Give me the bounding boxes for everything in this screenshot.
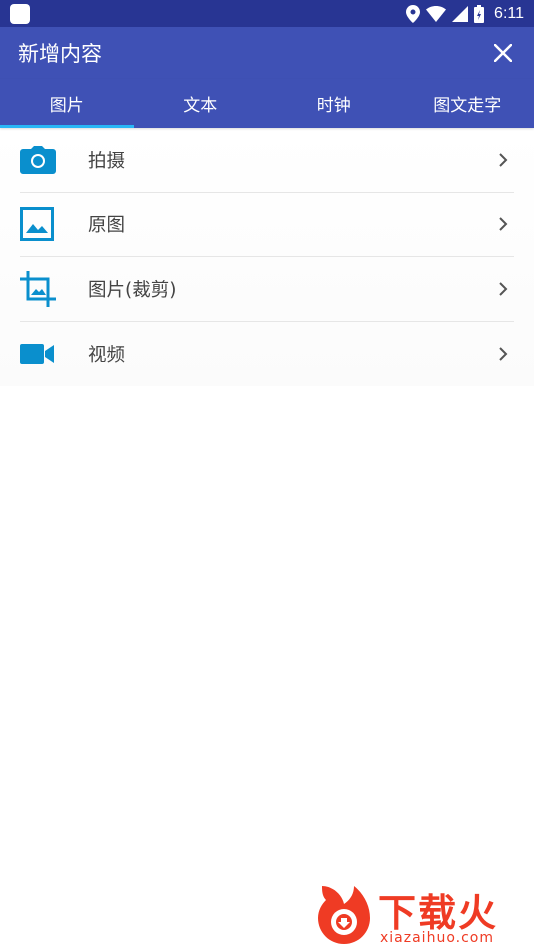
flame-logo-icon bbox=[318, 886, 370, 944]
list-item-original-image[interactable]: 原图 bbox=[20, 193, 514, 257]
location-icon bbox=[406, 4, 421, 23]
app-bar: 新增内容 bbox=[0, 27, 534, 79]
status-bar: 6:11 bbox=[0, 0, 534, 27]
notification-icon bbox=[10, 3, 30, 24]
list-item-capture[interactable]: 拍摄 bbox=[20, 128, 514, 193]
list-item-video[interactable]: 视频 bbox=[20, 322, 514, 387]
video-icon bbox=[20, 343, 54, 364]
tab-text[interactable]: 文本 bbox=[134, 79, 268, 128]
tab-label: 图文走字 bbox=[433, 96, 502, 116]
chevron-right-icon bbox=[498, 346, 508, 362]
tab-label: 文本 bbox=[183, 96, 218, 116]
tab-image[interactable]: 图片 bbox=[0, 79, 134, 128]
close-icon bbox=[494, 44, 512, 62]
item-label: 图片(裁剪) bbox=[88, 279, 177, 301]
option-list: 拍摄 原图 图片(裁剪) 视频 bbox=[0, 128, 534, 386]
item-label: 拍摄 bbox=[88, 150, 126, 172]
wifi-icon bbox=[426, 5, 447, 22]
tab-scrolling-text[interactable]: 图文走字 bbox=[401, 79, 534, 128]
signal-icon bbox=[452, 5, 469, 22]
battery-icon bbox=[474, 4, 485, 23]
camera-icon bbox=[20, 145, 56, 174]
watermark-url: xiazaihuo.com bbox=[380, 930, 494, 946]
tab-bar: 图片 文本 时钟 图文走字 bbox=[0, 79, 534, 128]
watermark-text: 下载火 bbox=[378, 891, 499, 935]
crop-icon bbox=[20, 270, 56, 307]
list-item-crop-image[interactable]: 图片(裁剪) bbox=[20, 257, 514, 322]
chevron-right-icon bbox=[498, 152, 508, 168]
page-title: 新增内容 bbox=[18, 42, 102, 66]
status-time: 6:11 bbox=[494, 4, 524, 22]
close-button[interactable] bbox=[490, 40, 516, 66]
chevron-right-icon bbox=[498, 216, 508, 232]
watermark: 下载火 xiazaihuo.com bbox=[314, 880, 528, 948]
chevron-right-icon bbox=[498, 281, 508, 297]
tab-label: 时钟 bbox=[316, 96, 351, 116]
item-label: 视频 bbox=[88, 344, 126, 366]
tab-clock[interactable]: 时钟 bbox=[267, 79, 401, 128]
item-label: 原图 bbox=[88, 215, 126, 237]
tab-label: 图片 bbox=[49, 96, 84, 116]
image-icon bbox=[20, 207, 54, 242]
